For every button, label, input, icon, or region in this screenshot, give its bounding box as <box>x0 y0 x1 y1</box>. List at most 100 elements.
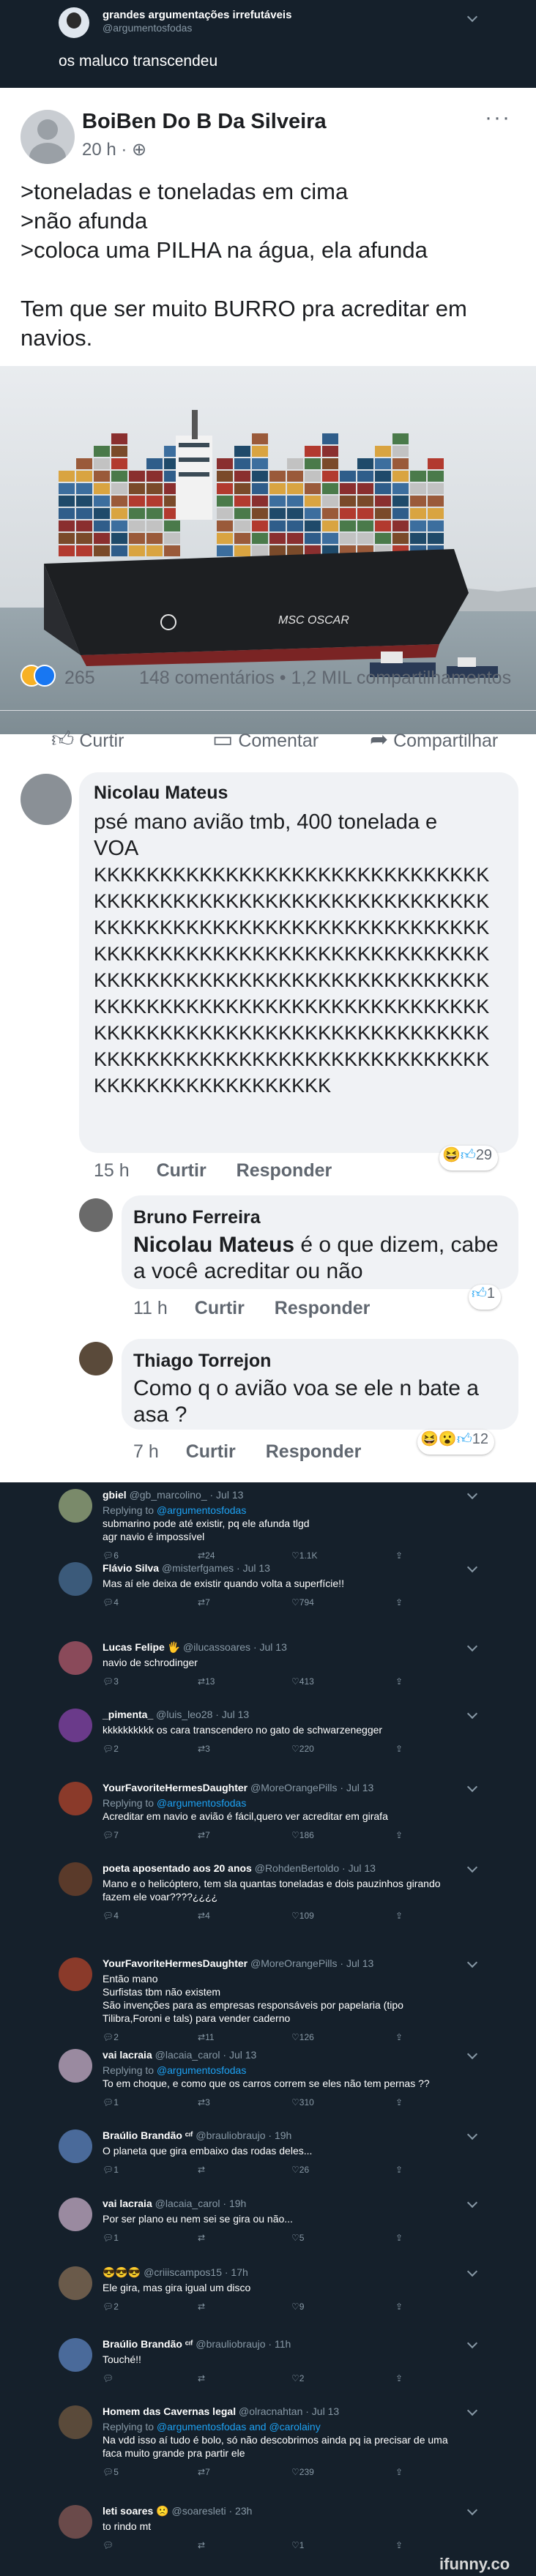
comment-mention[interactable]: Nicolau Mateus <box>133 1233 294 1257</box>
chevron-down-icon[interactable] <box>466 2504 478 2516</box>
reply-button[interactable]: Responder <box>237 1160 332 1181</box>
reply-button[interactable]: 💬︎ <box>103 2373 113 2383</box>
share-icon[interactable]: ⇪ <box>395 2467 403 2477</box>
like-button[interactable]: 👍︎ Curtir <box>51 727 124 753</box>
comment-button[interactable]: ▭ Comentar <box>212 727 319 753</box>
share-icon[interactable]: ⇪ <box>395 2165 403 2175</box>
share-icon[interactable]: ⇪ <box>395 2301 403 2312</box>
share-icon[interactable]: ⇪ <box>395 2373 403 2383</box>
reply-handle[interactable]: @criiiscampos15 · 17h <box>144 2266 248 2278</box>
reply-button[interactable]: 💬︎ 3 <box>103 1676 119 1687</box>
chevron-down-icon[interactable] <box>466 1561 478 1573</box>
like-button[interactable]: ♡ 5 <box>291 2233 304 2243</box>
chevron-down-icon[interactable] <box>466 1640 478 1652</box>
post-stats[interactable]: 148 comentários • 1,2 MIL compartilhamen… <box>139 668 511 689</box>
reply-button[interactable]: 💬︎ 2 <box>103 1744 119 1754</box>
chevron-down-icon[interactable] <box>466 1862 478 1873</box>
reply-button[interactable]: 💬︎ <box>103 2540 113 2550</box>
reply-author[interactable]: Homem das Cavernas legal <box>103 2405 236 2417</box>
like-button[interactable]: ♡ 26 <box>291 2165 309 2175</box>
reply-button[interactable]: 💬︎ 6 <box>103 1550 119 1561</box>
share-icon[interactable]: ⇪ <box>395 1830 403 1840</box>
avatar[interactable] <box>59 2338 92 2372</box>
retweet-button[interactable]: ⇄ <box>198 2540 205 2550</box>
reply-author[interactable]: leti soares 🙁 <box>103 2505 169 2517</box>
like-button[interactable]: ♡ 794 <box>291 1597 314 1608</box>
reply-button[interactable]: Responder <box>266 1441 362 1462</box>
reply-button[interactable]: 💬︎ 5 <box>103 2467 119 2477</box>
share-icon[interactable]: ⇪ <box>395 2032 403 2042</box>
account-handle[interactable]: @argumentosfodas <box>103 22 192 34</box>
reply-handle[interactable]: @olracnahtan · Jul 13 <box>239 2405 339 2417</box>
avatar[interactable] <box>59 2049 92 2083</box>
reply-author[interactable]: 😎😎😎 <box>103 2266 141 2278</box>
avatar[interactable] <box>59 2198 92 2231</box>
avatar[interactable] <box>59 2405 92 2439</box>
chevron-down-icon[interactable] <box>466 1957 478 1968</box>
reply-button[interactable]: Responder <box>275 1298 371 1318</box>
reply-button[interactable]: 💬︎ 4 <box>103 1597 119 1608</box>
retweet-button[interactable]: ⇄ 13 <box>198 1676 215 1687</box>
comment-reactions[interactable]: 👍︎1 <box>469 1285 502 1310</box>
reply-handle[interactable]: @brauliobraujo · 11h <box>196 2338 291 2350</box>
retweet-button[interactable]: ⇄ 24 <box>198 1550 215 1561</box>
reply-author[interactable]: YourFavoriteHermesDaughter <box>103 1957 247 1969</box>
chevron-down-icon[interactable] <box>466 2405 478 2416</box>
reply-author[interactable]: gbiel <box>103 1489 127 1501</box>
reply-button[interactable]: 💬︎ 7 <box>103 1830 119 1840</box>
retweet-button[interactable]: ⇄ 7 <box>198 1830 210 1840</box>
comment-reactions[interactable]: 😆😮👍︎12 <box>417 1430 494 1455</box>
avatar[interactable] <box>59 2266 92 2300</box>
retweet-button[interactable]: ⇄ 3 <box>198 1744 210 1754</box>
like-button[interactable]: ♡ 109 <box>291 1911 314 1921</box>
reply-handle[interactable]: @ilucassoares · Jul 13 <box>183 1641 287 1653</box>
retweet-button[interactable]: ⇄ 3 <box>198 2097 210 2108</box>
like-button[interactable]: ♡ 126 <box>291 2032 314 2042</box>
reply-author[interactable]: vai lacraia <box>103 2049 152 2061</box>
chevron-down-icon[interactable] <box>466 1781 478 1793</box>
reply-button[interactable]: 💬︎ 1 <box>103 2165 119 2175</box>
retweet-button[interactable]: ⇄ 7 <box>198 2467 210 2477</box>
chevron-down-icon[interactable] <box>466 2048 478 2060</box>
like-button[interactable]: ♡ 239 <box>291 2467 314 2477</box>
share-icon[interactable]: ⇪ <box>395 1676 403 1687</box>
retweet-button[interactable]: ⇄ 7 <box>198 1597 210 1608</box>
like-button[interactable]: Curtir <box>157 1160 206 1181</box>
reply-handle[interactable]: @MoreOrangePills · Jul 13 <box>250 1957 373 1969</box>
chevron-down-icon[interactable] <box>466 1488 478 1500</box>
reply-button[interactable]: 💬︎ 4 <box>103 1911 119 1921</box>
share-icon[interactable]: ⇪ <box>395 1911 403 1921</box>
avatar[interactable] <box>59 1562 92 1596</box>
like-button[interactable]: ♡ 186 <box>291 1830 314 1840</box>
chevron-down-icon[interactable] <box>466 1708 478 1720</box>
comment-reactions[interactable]: 😆👍︎29 <box>439 1146 499 1171</box>
reply-author[interactable]: vai lacraia <box>103 2198 152 2209</box>
like-button[interactable]: ♡ 310 <box>291 2097 314 2108</box>
retweet-button[interactable]: ⇄ 11 <box>198 2032 215 2042</box>
like-button[interactable]: Curtir <box>195 1298 245 1318</box>
avatar[interactable] <box>59 2505 92 2539</box>
avatar[interactable] <box>59 1782 92 1815</box>
like-button[interactable]: ♡ 220 <box>291 1744 314 1754</box>
account-name[interactable]: grandes argumentações irrefutáveis <box>103 9 291 21</box>
share-icon[interactable]: ⇪ <box>395 2097 403 2108</box>
retweet-button[interactable]: ⇄ <box>198 2165 205 2175</box>
reply-handle[interactable]: @RohdenBertoldo · Jul 13 <box>255 1862 376 1874</box>
reply-handle[interactable]: @brauliobraujo · 19h <box>196 2129 291 2141</box>
retweet-button[interactable]: ⇄ <box>198 2233 205 2243</box>
reply-button[interactable]: 💬︎ 1 <box>103 2097 119 2108</box>
reply-author[interactable]: YourFavoriteHermesDaughter <box>103 1782 247 1793</box>
share-icon[interactable]: ⇪ <box>395 2233 403 2243</box>
reply-author[interactable]: Braúlio Brandão ᶜᶦᶠ <box>103 2338 193 2350</box>
avatar[interactable] <box>59 1862 92 1896</box>
reply-handle[interactable]: @MoreOrangePills · Jul 13 <box>250 1782 373 1793</box>
share-icon[interactable]: ⇪ <box>395 1550 403 1561</box>
reaction-count[interactable]: 265 <box>64 668 95 689</box>
share-button[interactable]: ➦ Compartilhar <box>370 727 498 753</box>
retweet-button[interactable]: ⇄ <box>198 2301 205 2312</box>
reply-handle[interactable]: @soaresleti · 23h <box>171 2505 252 2517</box>
avatar[interactable] <box>59 1957 92 1991</box>
reply-author[interactable]: Flávio Silva <box>103 1562 159 1574</box>
like-button[interactable]: Curtir <box>186 1441 236 1462</box>
account-avatar[interactable] <box>59 7 89 38</box>
